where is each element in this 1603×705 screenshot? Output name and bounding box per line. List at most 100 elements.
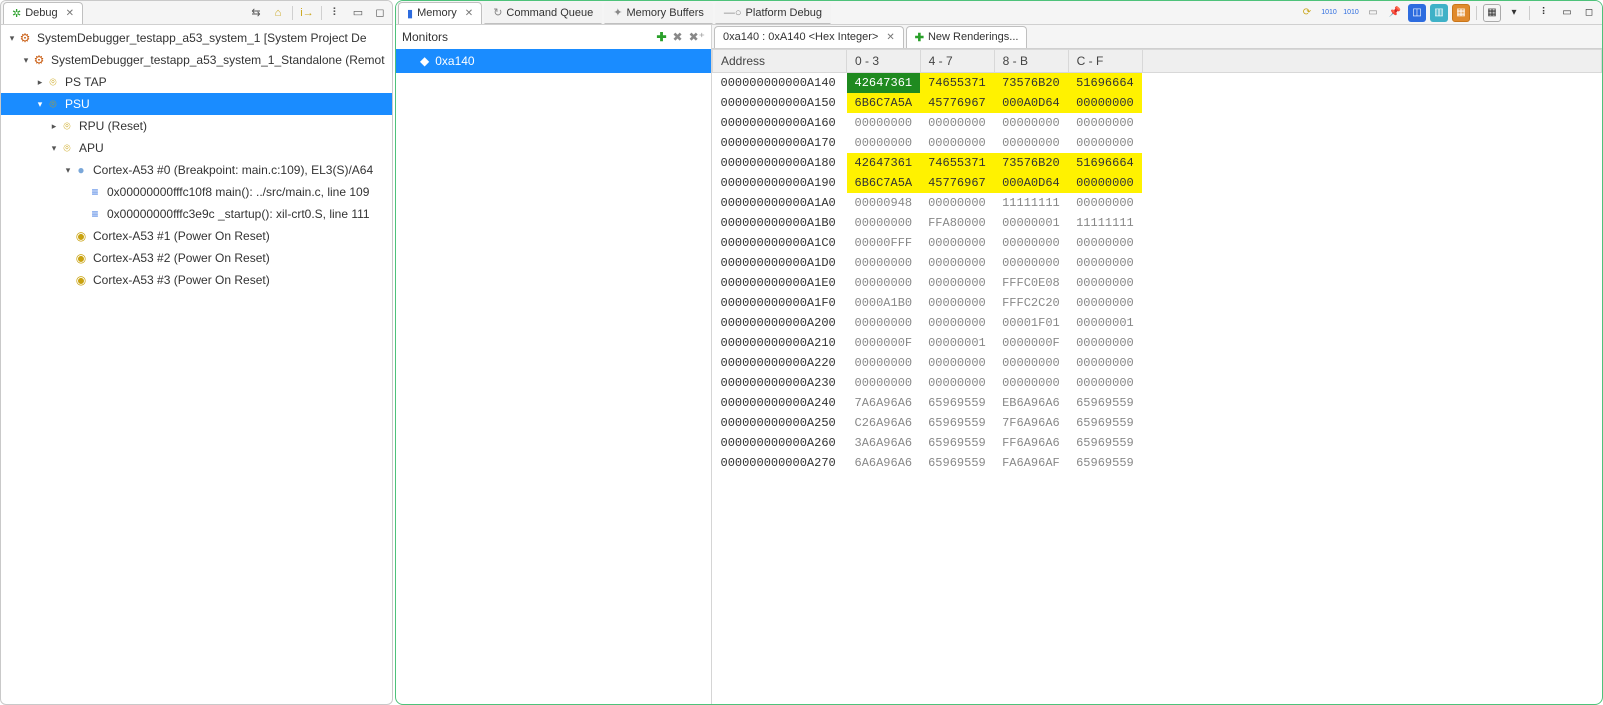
mem-cell[interactable]: 45776967: [920, 173, 994, 193]
mem-cell[interactable]: 00000000: [1068, 273, 1142, 293]
twisty-icon[interactable]: ▾: [49, 143, 59, 154]
mem-cell[interactable]: FA6A96AF: [994, 453, 1068, 473]
mem-cell[interactable]: 00000000: [920, 373, 994, 393]
refresh-icon[interactable]: ⟳: [1298, 4, 1316, 22]
home-icon[interactable]: ⌂: [270, 5, 286, 21]
twisty-icon[interactable]: ▾: [7, 33, 17, 44]
mem-cell[interactable]: 00000948: [847, 193, 921, 213]
mem-cell[interactable]: 42647361: [847, 153, 921, 173]
mem-cell[interactable]: 00000000: [994, 133, 1068, 153]
mem-cell[interactable]: 00000000: [1068, 373, 1142, 393]
memory-table[interactable]: Address 0 - 3 4 - 7 8 - B C - F 00000000…: [712, 49, 1602, 473]
add-monitor-icon[interactable]: ✚: [656, 30, 666, 44]
view-menu-icon[interactable]: ⠇: [328, 5, 344, 21]
bits-1010-alt-icon[interactable]: 1010: [1342, 4, 1360, 22]
mem-cell[interactable]: 0000000F: [994, 333, 1068, 353]
mem-cell[interactable]: 00000000: [1068, 253, 1142, 273]
mem-cell[interactable]: 00000001: [920, 333, 994, 353]
link-editor-icon[interactable]: ⇆: [248, 5, 264, 21]
mem-cell[interactable]: 00000000: [920, 133, 994, 153]
mem-cell[interactable]: 51696664: [1068, 153, 1142, 173]
mem-cell[interactable]: FFFC0E08: [994, 273, 1068, 293]
mem-cell[interactable]: 0000A1B0: [847, 293, 921, 313]
mem-cell[interactable]: 00000000: [1068, 353, 1142, 373]
bits-1010-icon[interactable]: 1010: [1320, 4, 1338, 22]
close-icon[interactable]: ✕: [886, 32, 894, 43]
mem-row[interactable]: 000000000000A250C26A96A6659695597F6A96A6…: [713, 413, 1602, 433]
mem-cell[interactable]: 65969559: [1068, 453, 1142, 473]
mem-cell[interactable]: 73576B20: [994, 73, 1068, 94]
mem-cell[interactable]: 00000000: [847, 113, 921, 133]
tab-platform-debug[interactable]: —○ Platform Debug: [715, 2, 831, 24]
tree-row[interactable]: ≡0x00000000fffc3e9c _startup(): xil-crt0…: [1, 203, 392, 225]
minimize-icon[interactable]: ▭: [1558, 4, 1576, 22]
mem-cell[interactable]: 00000000: [1068, 173, 1142, 193]
toggle-split-icon[interactable]: ◫: [1408, 4, 1426, 22]
mem-row[interactable]: 000000000000A1A0000009480000000011111111…: [713, 193, 1602, 213]
tree-row[interactable]: ▾⚙SystemDebugger_testapp_a53_system_1_St…: [1, 49, 392, 71]
col-0-3[interactable]: 0 - 3: [847, 50, 921, 73]
twisty-icon[interactable]: ▸: [35, 77, 45, 88]
mem-cell[interactable]: 74655371: [920, 153, 994, 173]
mem-row[interactable]: 000000000000A1906B6C7A5A45776967000A0D64…: [713, 173, 1602, 193]
new-tab-icon[interactable]: ▭: [1364, 4, 1382, 22]
layout-b-icon[interactable]: ▦: [1452, 4, 1470, 22]
tree-row[interactable]: ▸⌾RPU (Reset): [1, 115, 392, 137]
mem-cell[interactable]: 00000000: [847, 373, 921, 393]
mem-cell[interactable]: 6B6C7A5A: [847, 173, 921, 193]
minimize-icon[interactable]: ▭: [350, 5, 366, 21]
mem-cell[interactable]: 00001F01: [994, 313, 1068, 333]
mem-row[interactable]: 000000000000A200000000000000000000001F01…: [713, 313, 1602, 333]
mem-cell[interactable]: 6B6C7A5A: [847, 93, 921, 113]
mem-cell[interactable]: 11111111: [994, 193, 1068, 213]
tab-rendering-hex[interactable]: 0xa140 : 0xA140 <Hex Integer> ✕: [714, 26, 904, 48]
mem-cell[interactable]: FFA80000: [920, 213, 994, 233]
mem-cell[interactable]: C26A96A6: [847, 413, 921, 433]
mem-cell[interactable]: 00000000: [847, 253, 921, 273]
dropdown-icon[interactable]: ▾: [1505, 4, 1523, 22]
mem-cell[interactable]: 00000FFF: [847, 233, 921, 253]
mem-cell[interactable]: 00000000: [994, 113, 1068, 133]
mem-cell[interactable]: 00000000: [847, 353, 921, 373]
mem-cell[interactable]: 00000001: [1068, 313, 1142, 333]
mem-cell[interactable]: EB6A96A6: [994, 393, 1068, 413]
maximize-icon[interactable]: ◻: [372, 5, 388, 21]
tab-new-rendering[interactable]: ✚ New Renderings...: [906, 26, 1028, 48]
twisty-icon[interactable]: ▾: [35, 99, 45, 110]
mem-row[interactable]: 000000000000A1E00000000000000000FFFC0E08…: [713, 273, 1602, 293]
close-icon[interactable]: ✕: [465, 8, 473, 19]
mem-cell[interactable]: 00000000: [847, 273, 921, 293]
mem-cell[interactable]: 65969559: [920, 453, 994, 473]
twisty-icon[interactable]: ▾: [63, 165, 73, 176]
mem-cell[interactable]: 00000000: [920, 313, 994, 333]
mem-row[interactable]: 000000000000A2706A6A96A665969559FA6A96AF…: [713, 453, 1602, 473]
tab-command-queue[interactable]: ↻ Command Queue: [484, 2, 602, 24]
tree-row[interactable]: ◉Cortex-A53 #1 (Power On Reset): [1, 225, 392, 247]
mem-cell[interactable]: 00000000: [920, 353, 994, 373]
mem-cell[interactable]: 00000000: [920, 113, 994, 133]
tree-row[interactable]: ▸⌾PS TAP: [1, 71, 392, 93]
tab-debug[interactable]: ✲ Debug ✕: [3, 2, 83, 24]
mem-cell[interactable]: 3A6A96A6: [847, 433, 921, 453]
mem-cell[interactable]: 00000000: [920, 233, 994, 253]
mem-cell[interactable]: 00000000: [847, 133, 921, 153]
mem-cell[interactable]: 7F6A96A6: [994, 413, 1068, 433]
mem-cell[interactable]: 73576B20: [994, 153, 1068, 173]
mem-cell[interactable]: 00000000: [1068, 333, 1142, 353]
grid-icon[interactable]: ▦: [1483, 4, 1501, 22]
mem-cell[interactable]: 00000000: [994, 253, 1068, 273]
mem-cell[interactable]: FF6A96A6: [994, 433, 1068, 453]
mem-cell[interactable]: 000A0D64: [994, 173, 1068, 193]
mem-row[interactable]: 000000000000A180426473617465537173576B20…: [713, 153, 1602, 173]
mem-row[interactable]: 000000000000A2603A6A96A665969559FF6A96A6…: [713, 433, 1602, 453]
monitor-item[interactable]: ◆ 0xa140: [396, 49, 711, 73]
mem-cell[interactable]: 00000000: [920, 253, 994, 273]
mem-cell[interactable]: 00000000: [920, 293, 994, 313]
tree-row[interactable]: ◉Cortex-A53 #2 (Power On Reset): [1, 247, 392, 269]
mem-row[interactable]: 000000000000A1B000000000FFA8000000000001…: [713, 213, 1602, 233]
mem-row[interactable]: 000000000000A220000000000000000000000000…: [713, 353, 1602, 373]
debug-tree[interactable]: ▾⚙SystemDebugger_testapp_a53_system_1 [S…: [1, 25, 392, 704]
mem-row[interactable]: 000000000000A1C000000FFF0000000000000000…: [713, 233, 1602, 253]
mem-cell[interactable]: 00000000: [920, 193, 994, 213]
mem-cell[interactable]: 51696664: [1068, 73, 1142, 94]
